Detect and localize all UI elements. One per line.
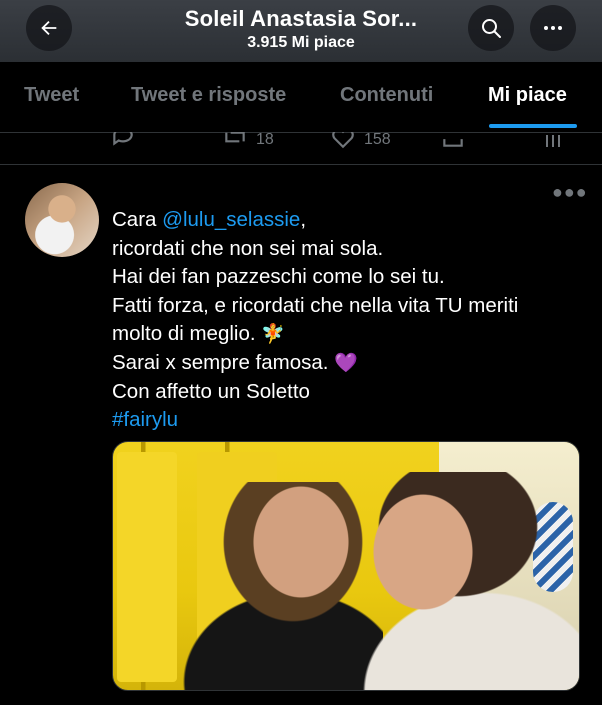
- more-button[interactable]: [530, 5, 576, 51]
- tweet-media-image[interactable]: [112, 441, 580, 691]
- search-icon: [479, 16, 503, 40]
- tweet-line: Sarai x sempre famosa. 💜: [112, 349, 582, 378]
- heart-icon: [330, 132, 356, 155]
- mention-link[interactable]: @lulu_selassie: [162, 208, 300, 231]
- active-tab-indicator: [489, 124, 577, 128]
- tweet-line-text: molto di meglio.: [112, 322, 256, 346]
- person-left: [183, 482, 383, 690]
- retweet-button[interactable]: 18: [222, 132, 274, 155]
- like-button[interactable]: 158: [330, 132, 391, 155]
- avatar[interactable]: [25, 183, 99, 257]
- purple-heart-icon: 💜: [334, 351, 358, 374]
- person-right: [363, 472, 579, 690]
- tweet-text: Cara @lulu_selassie, ricordati che non s…: [112, 206, 582, 435]
- share-icon[interactable]: [440, 132, 466, 150]
- like-count: 158: [364, 132, 391, 148]
- analytics-icon[interactable]: [543, 132, 563, 150]
- tweet-line-text: ,: [300, 208, 307, 231]
- more-horizontal-icon: [541, 16, 565, 40]
- tweet-more-icon[interactable]: ●●●: [552, 182, 588, 203]
- tab-tweet-e-risposte[interactable]: Tweet e risposte: [131, 84, 286, 107]
- reply-icon[interactable]: [110, 132, 136, 150]
- background-panel: [117, 452, 177, 682]
- retweet-count: 18: [256, 132, 274, 148]
- tweet-line: Cara @lulu_selassie,: [112, 206, 582, 235]
- tweet-line: molto di meglio. 🧚: [112, 320, 582, 349]
- tweet-line: Con affetto un Soletto: [112, 379, 310, 403]
- tab-mi-piace[interactable]: Mi piace: [488, 84, 567, 107]
- search-button[interactable]: [468, 5, 514, 51]
- hashtag-link[interactable]: #fairylu: [112, 406, 582, 435]
- profile-tabs: Tweet Tweet e risposte Contenuti Mi piac…: [0, 62, 602, 133]
- retweet-icon: [222, 132, 248, 155]
- tab-contenuti[interactable]: Contenuti: [340, 84, 433, 107]
- previous-tweet-actions: 18 158: [0, 132, 602, 165]
- tweet-line-text: Sarai x sempre famosa.: [112, 350, 329, 374]
- tweet-line-text: Cara: [112, 208, 163, 231]
- tweet-line: ricordati che non sei mai sola.: [112, 236, 384, 260]
- tab-tweet[interactable]: Tweet: [24, 84, 79, 107]
- profile-header: Soleil Anastasia Sor... 3.915 Mi piace: [0, 0, 602, 62]
- fairy-emoji-icon: 🧚: [261, 323, 285, 346]
- tweet-line: Hai dei fan pazzeschi come lo sei tu.: [112, 265, 445, 289]
- tweet-line: Fatti forza, e ricordati che nella vita …: [112, 293, 519, 317]
